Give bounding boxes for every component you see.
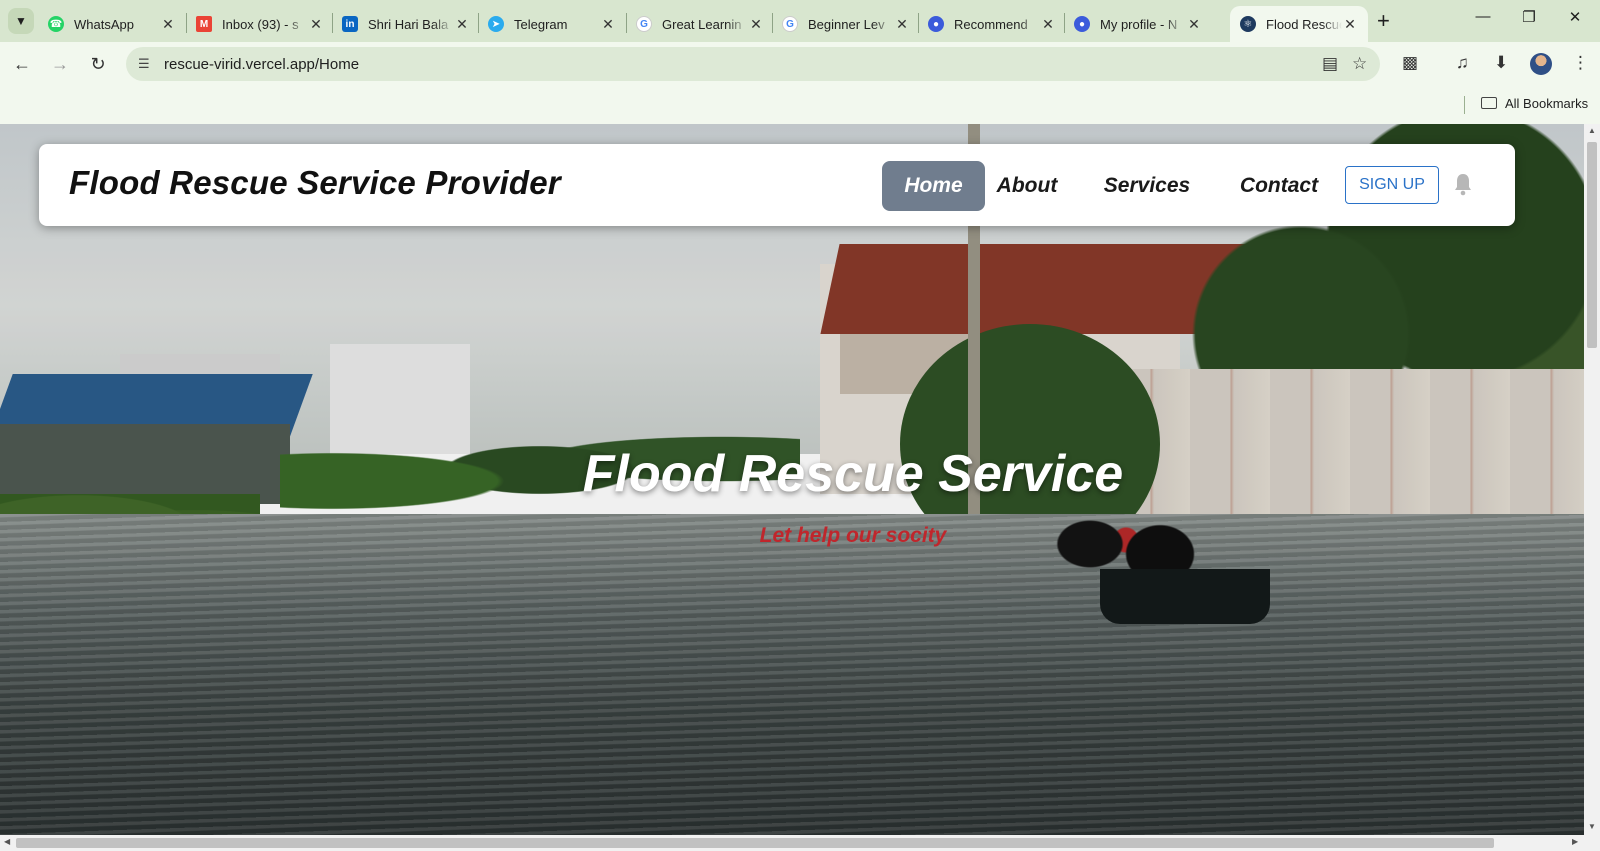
whatsapp-icon: ☎ — [48, 16, 64, 32]
close-icon[interactable]: ✕ — [600, 16, 616, 33]
site-info-icon[interactable]: ☰ — [138, 56, 150, 72]
address-bar[interactable]: ☰ rescue-virid.vercel.app/Home ▤ ☆ — [126, 47, 1380, 81]
vertical-scroll-thumb[interactable] — [1587, 142, 1597, 348]
bell-icon[interactable] — [1453, 172, 1473, 196]
tab-my-profile[interactable]: ● My profile - N ✕ — [1064, 6, 1212, 42]
site-icon: ● — [1074, 16, 1090, 32]
horizontal-scrollbar[interactable]: ◀ ▶ — [0, 835, 1600, 851]
horizontal-scroll-thumb[interactable] — [16, 838, 1494, 848]
folder-icon — [1481, 97, 1497, 109]
tab-gmail[interactable]: M Inbox (93) - s ✕ — [186, 6, 334, 42]
hero-subtitle: Let help our socity — [759, 524, 947, 547]
nav-services[interactable]: Services — [1097, 161, 1197, 211]
close-icon[interactable]: ✕ — [1040, 16, 1056, 33]
linkedin-icon: in — [342, 16, 358, 32]
extensions-icon[interactable]: ▩ — [1402, 53, 1418, 73]
tab-great-learning[interactable]: G Great Learnin ✕ — [626, 6, 774, 42]
bookmark-star-icon[interactable]: ☆ — [1352, 54, 1367, 74]
telegram-icon: ➤ — [488, 16, 504, 32]
tab-strip: ▼ ☎ WhatsApp ✕ M Inbox (93) - s ✕ in Shr… — [0, 0, 1600, 42]
close-icon[interactable]: ✕ — [748, 16, 764, 33]
reload-button[interactable]: ↻ — [86, 52, 110, 76]
google-icon: G — [782, 16, 798, 32]
close-icon[interactable]: ✕ — [1186, 16, 1202, 33]
nav-about[interactable]: About — [989, 161, 1065, 211]
nav-contact[interactable]: Contact — [1231, 161, 1327, 211]
close-icon[interactable]: ✕ — [454, 16, 470, 33]
vertical-scrollbar[interactable]: ▲ ▼ — [1584, 124, 1600, 835]
menu-kebab-icon[interactable]: ⋮ — [1572, 53, 1589, 73]
tab-title: My profile - N — [1100, 16, 1178, 32]
tab-title: Great Learnin — [662, 16, 742, 32]
signup-button[interactable]: SIGN UP — [1345, 166, 1439, 204]
tab-search-button[interactable]: ▼ — [8, 8, 34, 34]
google-icon: G — [636, 16, 652, 32]
tab-flood-rescue[interactable]: ⚛ Flood Rescue ✕ — [1230, 6, 1368, 42]
react-icon: ⚛ — [1240, 16, 1256, 32]
page-viewport: Flood Rescue Service Provider Home About… — [0, 124, 1584, 835]
browser-toolbar: ← → ↻ ☰ rescue-virid.vercel.app/Home ▤ ☆… — [0, 42, 1600, 86]
restore-button[interactable]: ❐ — [1514, 8, 1544, 26]
tab-whatsapp[interactable]: ☎ WhatsApp ✕ — [38, 6, 186, 42]
tab-title: Flood Rescue — [1266, 16, 1342, 32]
tab-title: Beginner Lev — [808, 16, 885, 32]
url-text: rescue-virid.vercel.app/Home — [164, 56, 360, 73]
new-tab-button[interactable]: + — [1377, 8, 1390, 34]
tab-title: WhatsApp — [74, 16, 134, 32]
tab-title: Telegram — [514, 16, 568, 32]
close-icon[interactable]: ✕ — [894, 16, 910, 33]
close-icon[interactable]: ✕ — [308, 16, 324, 33]
site-icon: ● — [928, 16, 944, 32]
close-icon[interactable]: ✕ — [1342, 16, 1358, 33]
window-close-button[interactable]: ✕ — [1560, 8, 1590, 26]
hero-title: Flood Rescue Service — [582, 445, 1124, 503]
gmail-icon: M — [196, 16, 212, 32]
tab-title: Shri Hari Bala — [368, 16, 449, 32]
tab-beginner[interactable]: G Beginner Lev ✕ — [772, 6, 920, 42]
close-icon[interactable]: ✕ — [160, 16, 176, 33]
tab-recommended[interactable]: ● Recommend ✕ — [918, 6, 1066, 42]
all-bookmarks-button[interactable]: All Bookmarks — [1481, 96, 1588, 111]
forward-button[interactable]: → — [48, 52, 72, 76]
tab-title: Recommend — [954, 16, 1028, 32]
scroll-left-icon[interactable]: ◀ — [4, 837, 10, 846]
tab-telegram[interactable]: ➤ Telegram ✕ — [478, 6, 626, 42]
minimize-button[interactable]: — — [1468, 8, 1498, 25]
install-app-icon[interactable]: ▤ — [1322, 54, 1338, 74]
site-brand[interactable]: Flood Rescue Service Provider — [69, 164, 561, 202]
bookmarks-bar: All Bookmarks — [0, 86, 1600, 124]
all-bookmarks-label: All Bookmarks — [1505, 96, 1589, 111]
scroll-up-icon[interactable]: ▲ — [1584, 126, 1600, 135]
tab-linkedin[interactable]: in Shri Hari Bala ✕ — [332, 6, 480, 42]
download-icon[interactable]: ⬇ — [1494, 53, 1508, 73]
profile-avatar[interactable] — [1530, 53, 1552, 75]
site-navbar: Flood Rescue Service Provider Home About… — [39, 144, 1515, 226]
media-controls-icon[interactable]: ♫ — [1456, 53, 1469, 73]
scroll-down-icon[interactable]: ▼ — [1584, 822, 1600, 831]
chevron-down-icon: ▼ — [15, 14, 27, 28]
back-button[interactable]: ← — [10, 52, 34, 76]
tab-title: Inbox (93) - s — [222, 16, 299, 32]
nav-home[interactable]: Home — [882, 161, 985, 211]
scroll-right-icon[interactable]: ▶ — [1572, 837, 1578, 846]
